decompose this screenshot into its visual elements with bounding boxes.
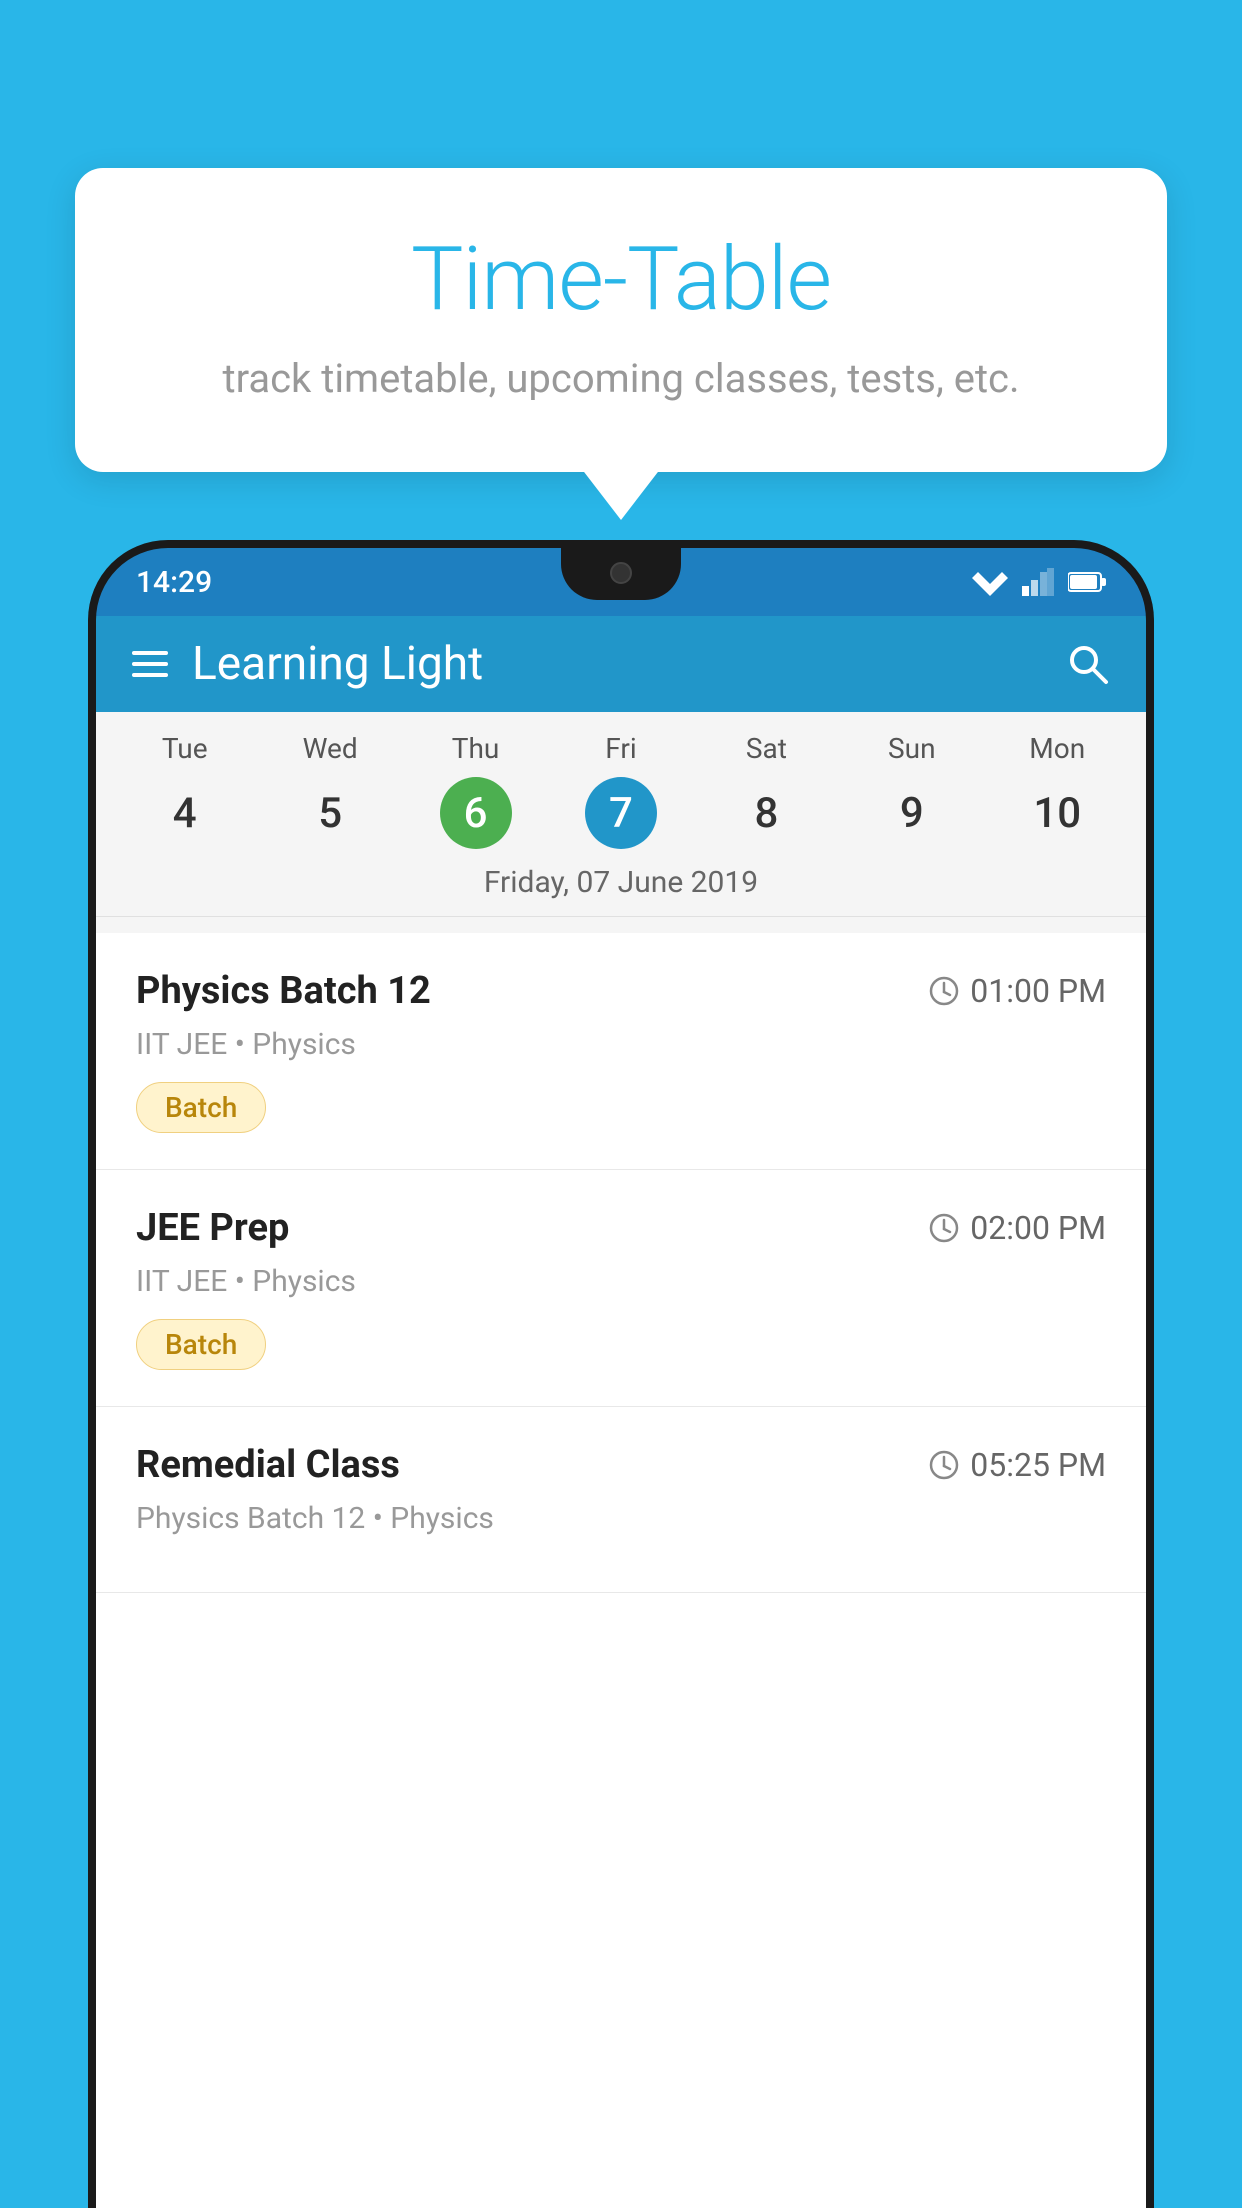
schedule-title: Remedial Class — [136, 1443, 400, 1487]
schedule-item[interactable]: Physics Batch 12 01:00 PM IIT JEE • Phys… — [96, 933, 1146, 1170]
search-icon[interactable] — [1066, 642, 1110, 686]
day-number[interactable]: 8 — [730, 777, 802, 849]
calendar-divider — [96, 916, 1146, 917]
tooltip-title: Time-Table — [155, 228, 1087, 331]
wifi-icon — [972, 568, 1008, 596]
day-name: Wed — [303, 732, 358, 765]
battery-icon — [1068, 571, 1106, 593]
schedule-item-header: Physics Batch 12 01:00 PM — [136, 969, 1106, 1013]
day-cell[interactable]: Mon 10 — [993, 732, 1121, 849]
day-row: Tue 4 Wed 5 Thu 6 Fri 7 Sat 8 Sun 9 Mon 10 — [96, 732, 1146, 849]
clock-icon — [928, 1212, 960, 1244]
schedule-time: 01:00 PM — [928, 972, 1106, 1010]
menu-icon[interactable] — [132, 651, 168, 677]
clock-icon — [928, 1449, 960, 1481]
day-number[interactable]: 5 — [294, 777, 366, 849]
phone-frame: 14:29 — [88, 540, 1154, 2208]
schedule-item-header: JEE Prep 02:00 PM — [136, 1206, 1106, 1250]
tooltip-subtitle: track timetable, upcoming classes, tests… — [155, 355, 1087, 402]
day-number[interactable]: 4 — [149, 777, 221, 849]
signal-icon — [1022, 568, 1054, 596]
day-name: Tue — [162, 732, 208, 765]
batch-tag: Batch — [136, 1082, 266, 1133]
tooltip-card: Time-Table track timetable, upcoming cla… — [75, 168, 1167, 472]
day-name: Sun — [888, 732, 936, 765]
notch — [561, 548, 681, 600]
status-time: 14:29 — [136, 565, 212, 600]
schedule-title: Physics Batch 12 — [136, 969, 431, 1013]
schedule-subtitle: IIT JEE • Physics — [136, 1027, 1106, 1062]
status-icons — [972, 568, 1106, 596]
schedule-title: JEE Prep — [136, 1206, 289, 1250]
camera-dot — [610, 562, 632, 584]
schedule-item[interactable]: JEE Prep 02:00 PM IIT JEE • Physics Batc… — [96, 1170, 1146, 1407]
schedule-item[interactable]: Remedial Class 05:25 PM Physics Batch 12… — [96, 1407, 1146, 1593]
schedule-subtitle: Physics Batch 12 • Physics — [136, 1501, 1106, 1536]
day-number[interactable]: 10 — [1021, 777, 1093, 849]
day-cell[interactable]: Tue 4 — [121, 732, 249, 849]
calendar-strip: Tue 4 Wed 5 Thu 6 Fri 7 Sat 8 Sun 9 Mon 10 Friday, 07… — [96, 712, 1146, 933]
schedule-time: 05:25 PM — [928, 1446, 1106, 1484]
schedule-time: 02:00 PM — [928, 1209, 1106, 1247]
day-name: Sat — [746, 732, 787, 765]
day-cell[interactable]: Fri 7 — [557, 732, 685, 849]
schedule-subtitle: IIT JEE • Physics — [136, 1264, 1106, 1299]
day-number[interactable]: 7 — [585, 777, 657, 849]
schedule-item-header: Remedial Class 05:25 PM — [136, 1443, 1106, 1487]
schedule-list: Physics Batch 12 01:00 PM IIT JEE • Phys… — [96, 933, 1146, 1593]
day-name: Mon — [1029, 732, 1085, 765]
selected-date-label: Friday, 07 June 2019 — [96, 865, 1146, 916]
day-cell[interactable]: Thu 6 — [412, 732, 540, 849]
app-bar: Learning Light — [96, 616, 1146, 712]
day-number[interactable]: 9 — [876, 777, 948, 849]
clock-icon — [928, 975, 960, 1007]
status-bar: 14:29 — [96, 548, 1146, 616]
day-cell[interactable]: Sun 9 — [848, 732, 976, 849]
day-name: Thu — [452, 732, 500, 765]
day-number[interactable]: 6 — [440, 777, 512, 849]
app-title: Learning Light — [192, 637, 1066, 691]
phone-inner: 14:29 — [96, 548, 1146, 2208]
day-cell[interactable]: Sat 8 — [702, 732, 830, 849]
batch-tag: Batch — [136, 1319, 266, 1370]
day-cell[interactable]: Wed 5 — [266, 732, 394, 849]
screen-content: Tue 4 Wed 5 Thu 6 Fri 7 Sat 8 Sun 9 Mon 10 Friday, 07… — [96, 712, 1146, 2208]
day-name: Fri — [605, 732, 636, 765]
